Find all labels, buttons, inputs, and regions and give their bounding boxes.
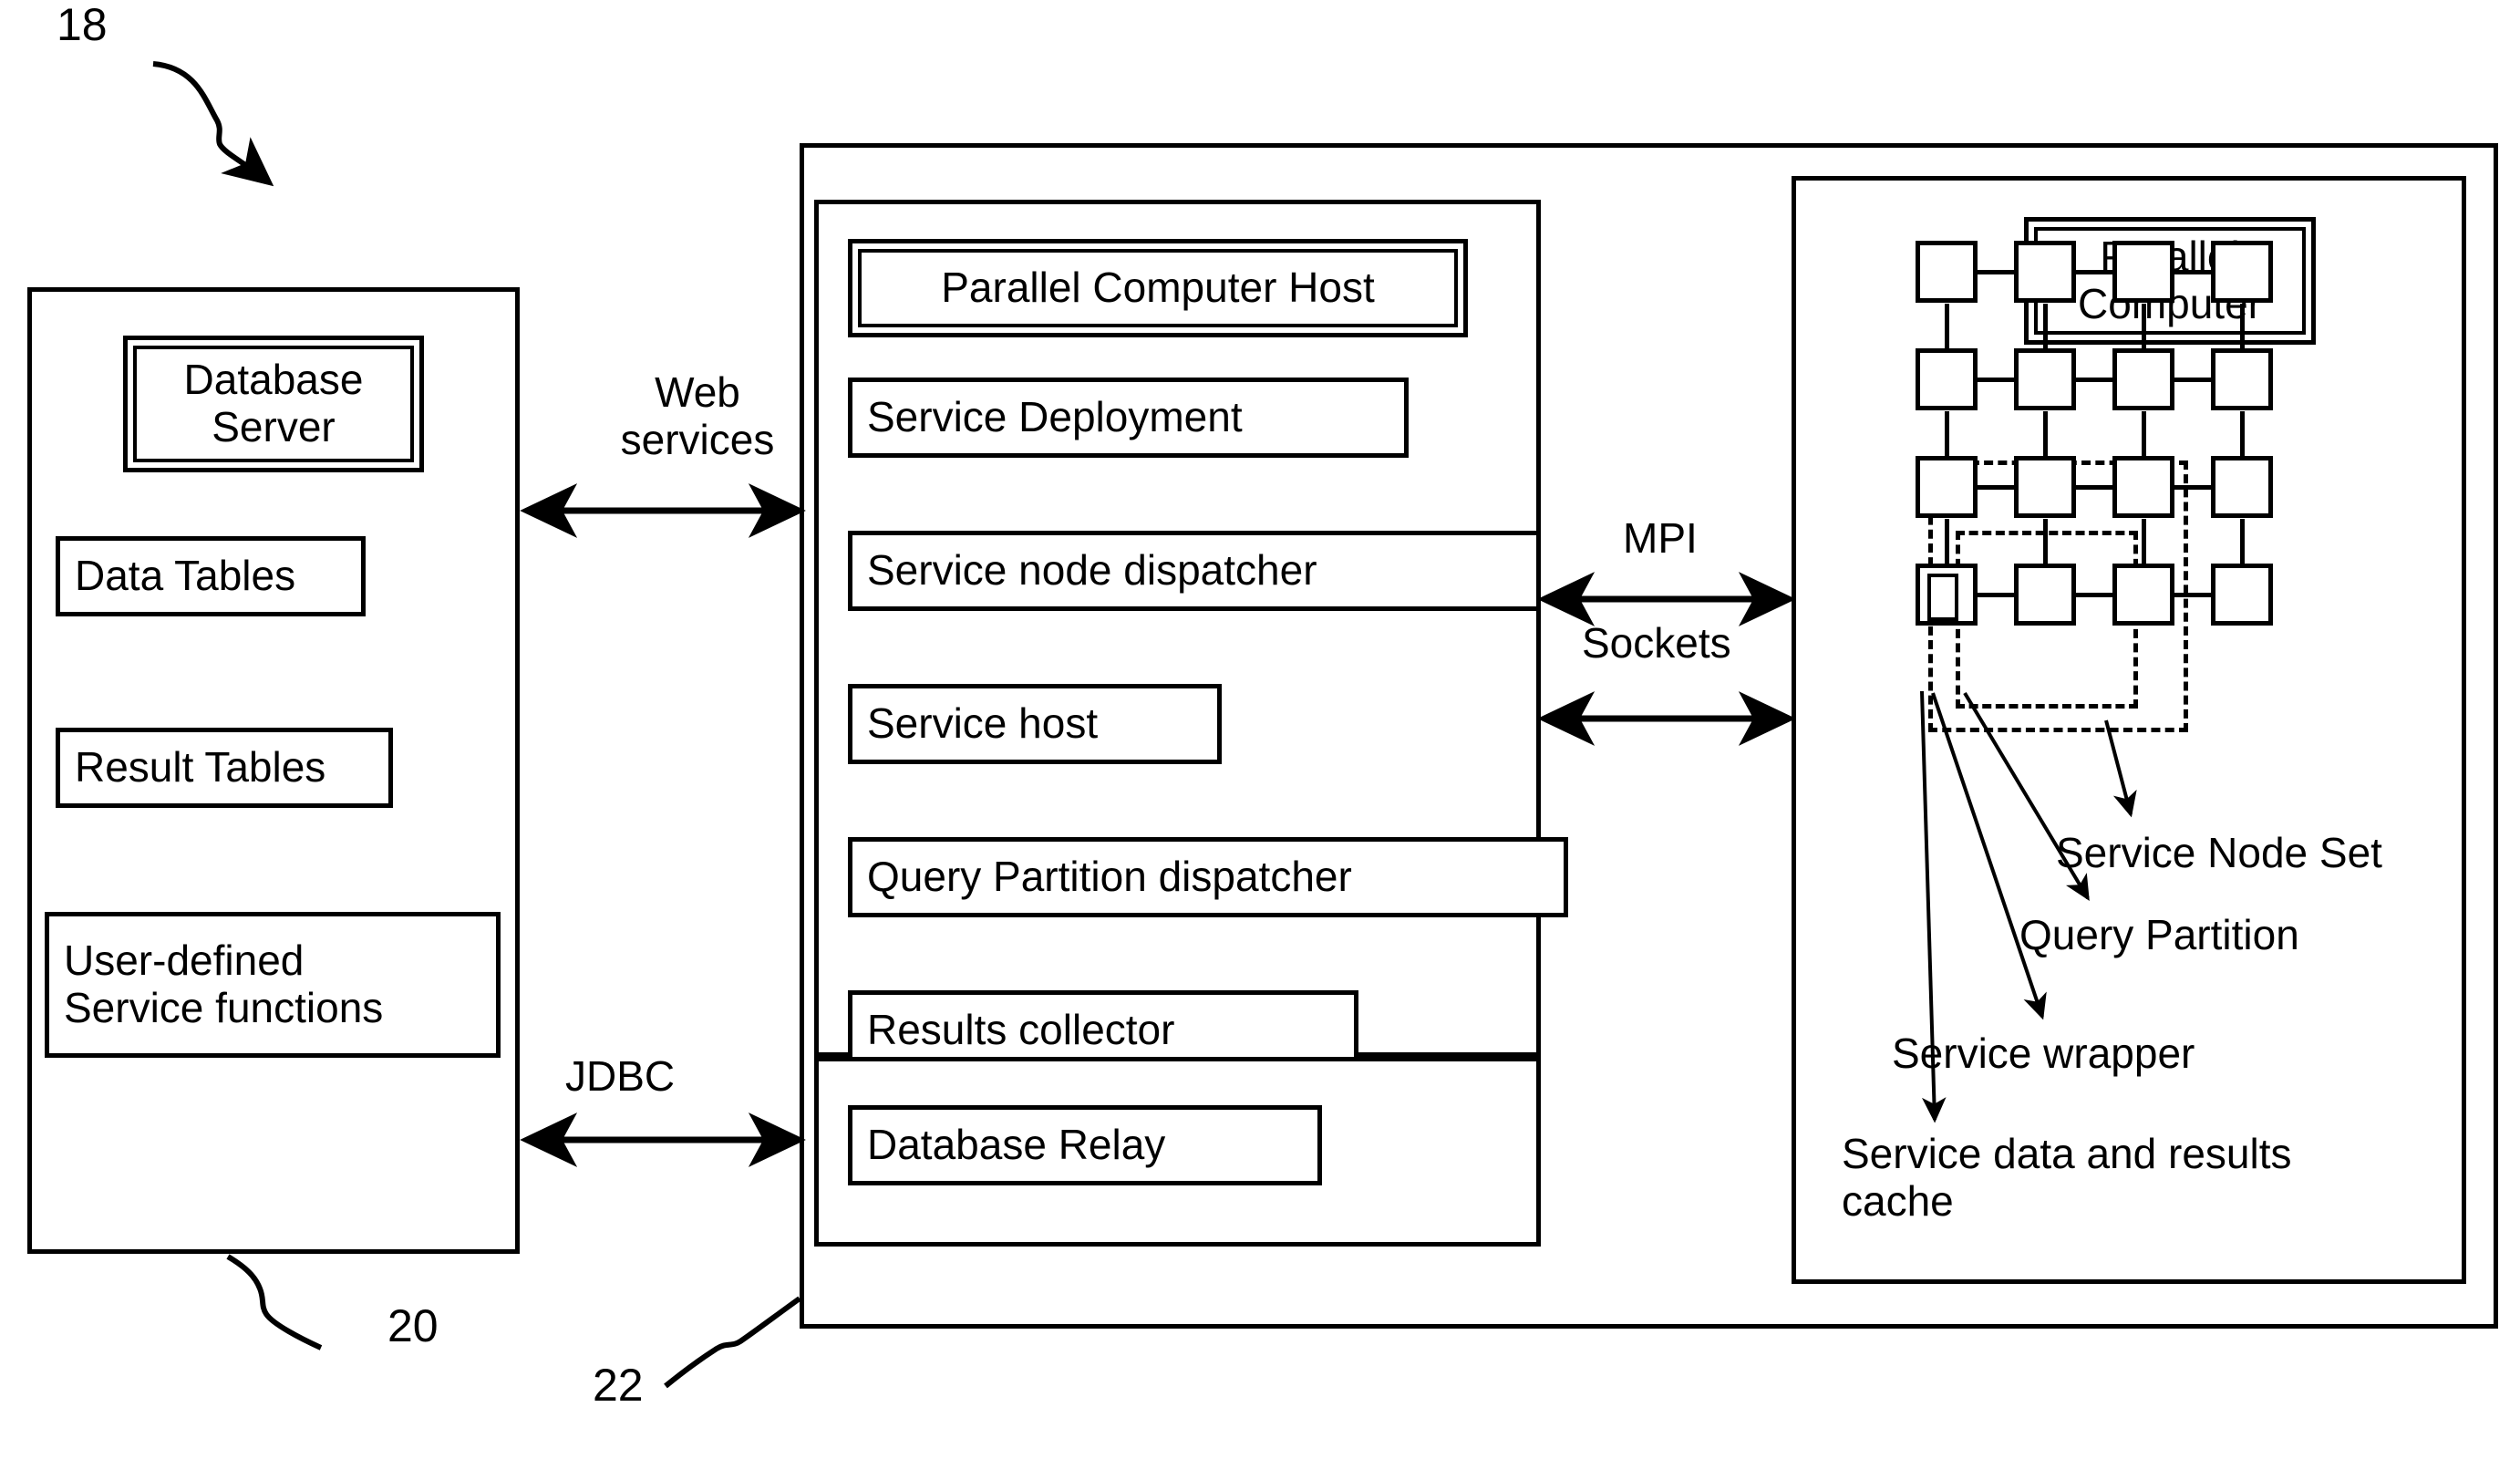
mesh-node [1916,564,1978,626]
callout-service-data-and-results-cache: Service data and results cache [1842,1130,2292,1225]
service-node-dispatcher-box: Service node dispatcher [848,531,1541,611]
mesh-node [1916,348,1978,410]
connector-label-mpi: MPI [1623,514,1698,562]
mesh-node [2014,348,2076,410]
mesh-node [2211,456,2273,518]
mesh-node [2211,564,2273,626]
parallel-computer-host-box: Parallel Computer Host [848,239,1468,337]
service-deployment-label: Service Deployment [867,393,1243,441]
service-host-label: Service host [867,699,1099,748]
connector-label-sockets: Sockets [1582,619,1731,667]
data-tables-label: Data Tables [75,552,296,600]
mesh-link-v [2240,411,2245,457]
user-defined-service-functions-box: User-defined Service functions [45,912,501,1058]
mesh-link-v [1945,411,1949,457]
database-relay-box: Database Relay [848,1105,1322,1185]
callout-service-wrapper: Service wrapper [1892,1030,2195,1077]
mesh-node [2112,456,2174,518]
lead-line-22 [664,1296,801,1389]
lead-line-18 [152,61,274,187]
mesh-link-v [2142,519,2146,564]
parallel-computer-host-label: Parallel Computer Host [858,249,1458,327]
mesh-node [2112,564,2174,626]
lead-line-20 [226,1254,323,1350]
reference-numeral-18: 18 [57,0,108,50]
service-wrapper-cell [1927,574,1958,621]
mesh-link-v [1945,519,1949,564]
result-tables-box: Result Tables [56,728,393,808]
mesh-node [1916,241,1978,303]
service-node-dispatcher-label: Service node dispatcher [867,546,1317,595]
host-services-section: Parallel Computer Host Service Deploymen… [814,200,1568,1071]
user-defined-service-functions-label: User-defined Service functions [64,936,384,1031]
mesh-node [2014,241,2076,303]
data-tables-box: Data Tables [56,536,366,616]
mesh-node [1916,456,1978,518]
callout-query-partition: Query Partition [2019,911,2299,958]
mesh-link-v [1945,304,1949,349]
mesh-link-v [2142,411,2146,457]
mesh-link-v [2240,304,2245,349]
mesh-node [2112,241,2174,303]
query-partition-dispatcher-label: Query Partition dispatcher [867,853,1352,901]
database-relay-section: Database Relay [814,1057,1541,1247]
result-tables-label: Result Tables [75,743,326,792]
mesh-link-v [2043,519,2048,564]
mesh-node [2112,348,2174,410]
mesh-node [2211,348,2273,410]
database-server-box: Database Server [123,336,424,472]
connector-label-web-services: Web services [620,368,775,463]
mesh-link-v [2240,519,2245,564]
query-partition-dispatcher-box: Query Partition dispatcher [848,837,1568,917]
mesh-link-v [2142,304,2146,349]
mesh-node [2211,241,2273,303]
database-server-label: Database Server [133,346,414,462]
mesh-link-v [2043,304,2048,349]
mesh-node [2014,564,2076,626]
mesh-link-v [2043,411,2048,457]
mesh-node [2014,456,2076,518]
database-relay-label: Database Relay [867,1121,1166,1169]
figure-canvas: 18 Database Server Data Tables Result Ta… [0,0,2520,1459]
service-host-box: Service host [848,684,1222,764]
service-deployment-box: Service Deployment [848,378,1409,458]
reference-numeral-22: 22 [593,1360,644,1411]
results-collector-label: Results collector [867,1006,1175,1054]
reference-numeral-20: 20 [387,1300,439,1351]
connector-label-jdbc: JDBC [565,1052,676,1100]
parallel-computer-panel: Parallel Computer [1792,176,2466,1284]
callout-service-node-set: Service Node Set [2056,829,2382,876]
database-server-panel: Database Server Data Tables Result Table… [27,287,520,1254]
